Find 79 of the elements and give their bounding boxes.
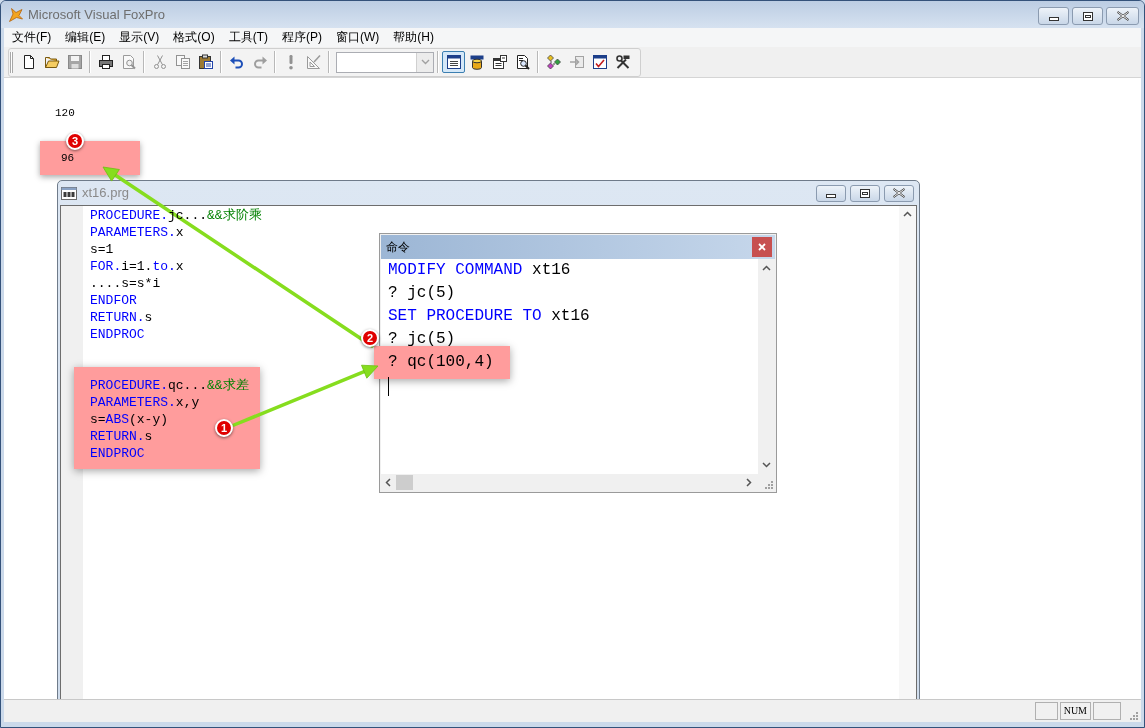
window-title: Microsoft Visual FoxPro: [28, 5, 166, 24]
chevron-down-icon: [420, 59, 430, 65]
code-line: s=ABS(x-y): [90, 411, 169, 428]
window-icon: [61, 186, 77, 200]
exclamation-icon: [288, 54, 293, 70]
output-text: 120: [55, 106, 75, 120]
window-form-icon: [491, 54, 508, 70]
output-text: 96: [61, 151, 75, 165]
code-line: s=1: [90, 241, 114, 258]
star-icon: [8, 6, 24, 23]
command-line: ? jc(5): [388, 283, 456, 304]
code-line: FOR.i=1.to.x: [90, 258, 184, 275]
chevron-up-icon: [762, 265, 771, 271]
status-panel: [1093, 702, 1121, 720]
minimize-button[interactable]: [816, 184, 846, 202]
undo-icon: [228, 54, 245, 70]
chevron-up-icon: [903, 211, 912, 217]
close-icon: [758, 243, 766, 251]
menu-item[interactable]: 工具(T): [221, 28, 275, 47]
minimize-button[interactable]: [1038, 7, 1069, 25]
close-icon: [1116, 11, 1129, 21]
menu-item[interactable]: 编辑(E): [58, 28, 113, 47]
menu-item[interactable]: 显示(V): [112, 28, 167, 47]
code-line: ENDPROC: [90, 445, 145, 462]
clipboard-icon: [197, 54, 214, 70]
status-panel: [1034, 702, 1058, 720]
command-line: ? qc(100,4): [388, 352, 494, 373]
menu-item[interactable]: 格式(O): [166, 28, 222, 47]
close-button[interactable]: [752, 237, 772, 257]
menu-item[interactable]: 程序(P): [275, 28, 329, 47]
close-button[interactable]: [1106, 7, 1139, 25]
hammer-wrench-icon: [614, 54, 631, 70]
command-line: ? jc(5): [388, 329, 456, 350]
chevron-left-icon: [385, 478, 391, 487]
scrollbar-thumb[interactable]: [396, 475, 413, 490]
two-pages-icon: [174, 54, 191, 70]
size-grip-icon: [1129, 711, 1138, 720]
arrow-window-icon: [568, 54, 585, 70]
toolbar-button[interactable]: [442, 51, 465, 73]
maximize-button[interactable]: [850, 184, 880, 202]
database-icon: [468, 54, 485, 70]
page-magnifier-icon: [514, 54, 531, 70]
diamonds-icon: [545, 54, 562, 70]
page-magnifier-icon: [120, 54, 137, 70]
command-line: SET PROCEDURE TO xt16: [388, 306, 590, 327]
chevron-down-icon: [762, 462, 771, 468]
code-line: ENDFOR: [90, 292, 137, 309]
code-line: ENDPROC: [90, 326, 145, 343]
window-title: 命令: [386, 239, 410, 256]
menu-item[interactable]: 窗口(W): [329, 28, 387, 47]
menu-item[interactable]: 文件(F): [5, 28, 59, 47]
window-title: xt16.prg: [82, 184, 129, 203]
window-check-icon: [591, 54, 608, 70]
code-line: PROCEDURE.qc...&&求差: [90, 377, 249, 394]
menu-item[interactable]: 帮助(H): [386, 28, 441, 47]
size-grip-icon: [764, 480, 773, 489]
maximize-icon: [1082, 11, 1093, 21]
maximize-icon: [860, 188, 870, 198]
close-button[interactable]: [884, 184, 914, 202]
toolbar-grip[interactable]: [10, 51, 13, 73]
code-line: PARAMETERS.x,y: [90, 394, 200, 411]
chevron-right-icon: [746, 478, 752, 487]
code-line: ....s=s*i: [90, 275, 161, 292]
redo-icon: [251, 54, 268, 70]
command-line: MODIFY COMMAND xt16: [388, 260, 571, 281]
vertical-scrollbar[interactable]: [899, 206, 916, 699]
window-lines-icon: [445, 54, 462, 70]
code-line: RETURN.s: [90, 428, 153, 445]
code-line: PARAMETERS.x: [90, 224, 184, 241]
number-badge: 3: [66, 132, 84, 150]
close-icon: [893, 188, 905, 198]
code-line: RETURN.s: [90, 309, 153, 326]
minimize-icon: [1048, 16, 1059, 21]
scissors-icon: [151, 54, 168, 70]
folder-icon: [43, 54, 60, 70]
status-indicator: NUM: [1059, 702, 1091, 720]
printer-icon: [97, 54, 114, 70]
minimize-icon: [826, 193, 836, 198]
maximize-button[interactable]: [1072, 7, 1103, 25]
